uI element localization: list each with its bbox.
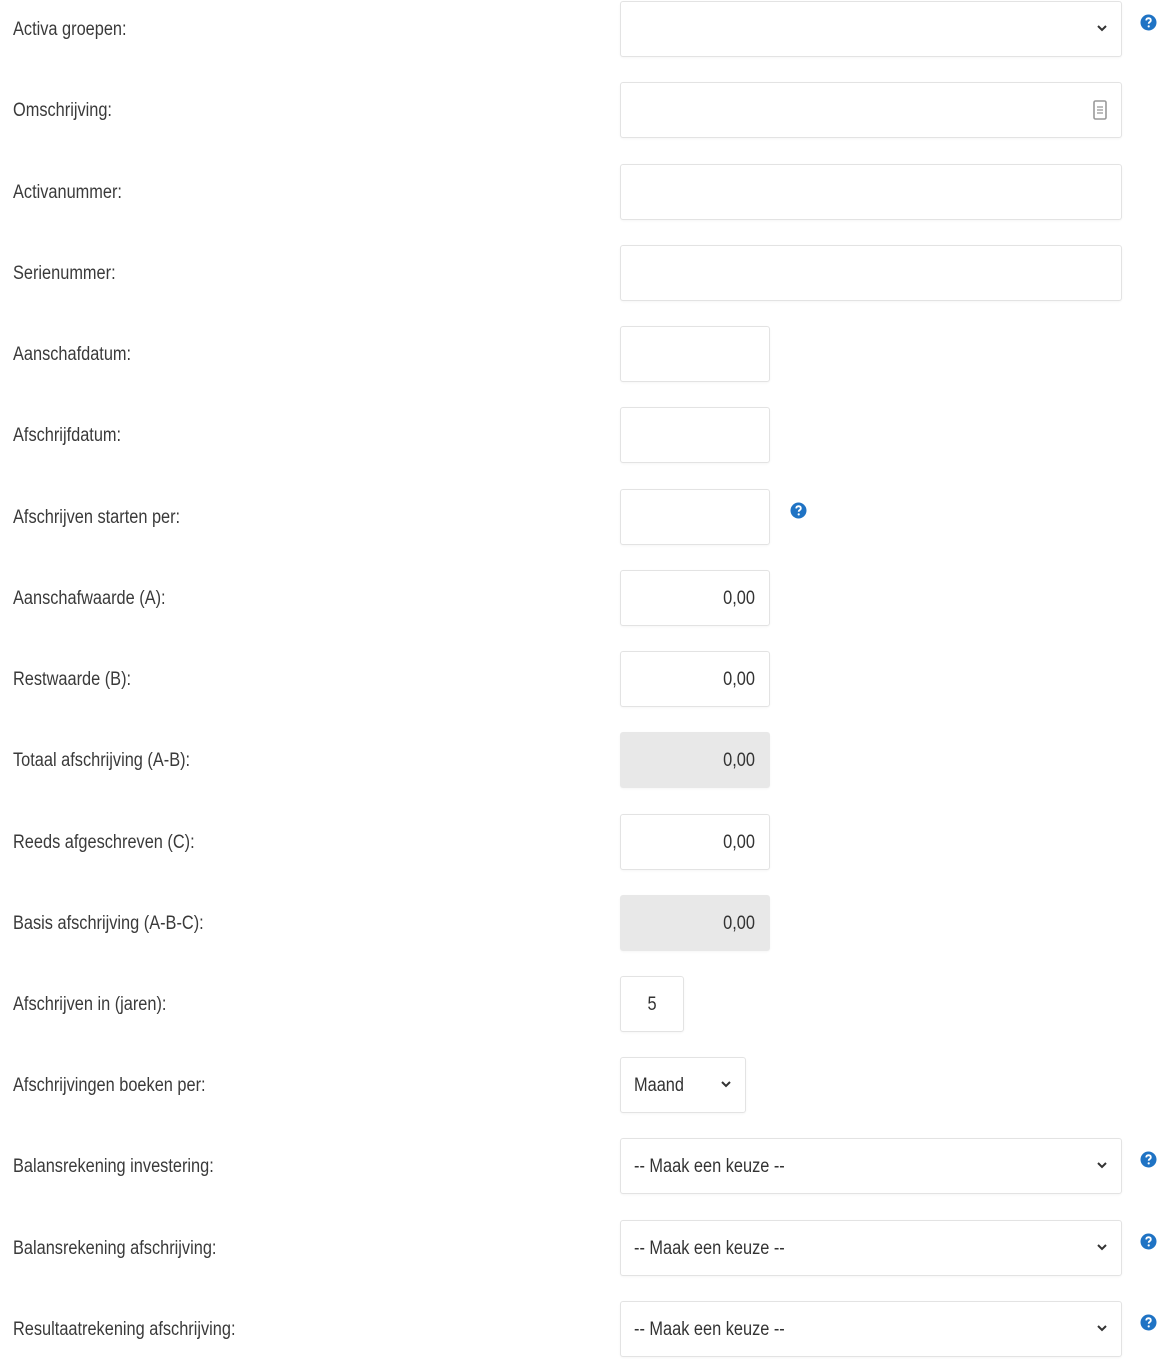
activanummer-input[interactable] [620,164,1122,220]
restwaarde-value: 0,00 [723,669,755,690]
balansrekening-investering-select[interactable]: -- Maak een keuze -- [620,1138,1122,1194]
row-afschrijfdatum: Afschrijfdatum: [0,407,1159,465]
basis-afschrijving-label: Basis afschrijving (A-B-C): [13,913,204,934]
reeds-afgeschreven-label: Reeds afgeschreven (C): [13,832,195,853]
afschrijven-starten-per-label: Afschrijven starten per: [13,507,181,528]
afschrijvingen-boeken-per-value: Maand [634,1075,684,1096]
resultaatrekening-afschrijving-label: Resultaatrekening afschrijving: [13,1319,236,1340]
row-basis-afschrijving: Basis afschrijving (A-B-C): 0,00 [0,895,1159,953]
aanschafdatum-label: Aanschafdatum: [13,344,132,365]
restwaarde-label: Restwaarde (B): [13,669,132,690]
chevron-down-icon [1095,21,1109,35]
serienummer-label: Serienummer: [13,263,116,284]
activa-groepen-select[interactable] [620,1,1122,57]
resultaatrekening-afschrijving-value: -- Maak een keuze -- [634,1319,785,1340]
aanschafwaarde-value: 0,00 [723,588,755,609]
afschrijvingen-boeken-per-select[interactable]: Maand [620,1057,746,1113]
row-balansrekening-afschrijving: Balansrekening afschrijving: -- Maak een… [0,1220,1159,1278]
row-reeds-afgeschreven: Reeds afgeschreven (C): 0,00 [0,814,1159,872]
row-aanschafdatum: Aanschafdatum: [0,326,1159,384]
row-activanummer: Activanummer: [0,164,1159,222]
chevron-down-icon [1095,1321,1109,1335]
row-afschrijven-in-jaren: Afschrijven in (jaren): 5 [0,976,1159,1034]
afschrijvingen-boeken-per-label: Afschrijvingen boeken per: [13,1075,206,1096]
row-balansrekening-investering: Balansrekening investering: -- Maak een … [0,1138,1159,1196]
aanschafwaarde-label: Aanschafwaarde (A): [13,588,166,609]
restwaarde-input[interactable]: 0,00 [620,651,770,707]
question-circle-icon[interactable] [790,502,807,519]
chevron-down-icon [1095,1158,1109,1172]
basis-afschrijving-value: 0,00 [723,913,755,934]
serienummer-input[interactable] [620,245,1122,301]
row-afschrijven-starten-per: Afschrijven starten per: [0,489,1159,547]
aanschafdatum-input[interactable] [620,326,770,382]
totaal-afschrijving-label: Totaal afschrijving (A-B): [13,750,191,771]
question-circle-icon[interactable] [1140,1233,1157,1250]
activa-groepen-label: Activa groepen: [13,19,127,40]
row-serienummer: Serienummer: [0,245,1159,303]
row-activa-groepen: Activa groepen: [0,1,1159,59]
balansrekening-afschrijving-label: Balansrekening afschrijving: [13,1238,217,1259]
totaal-afschrijving-readonly: 0,00 [620,732,770,788]
question-circle-icon[interactable] [1140,1151,1157,1168]
totaal-afschrijving-value: 0,00 [723,750,755,771]
afschrijfdatum-label: Afschrijfdatum: [13,425,122,446]
chevron-down-icon [1095,1240,1109,1254]
balansrekening-investering-label: Balansrekening investering: [13,1156,214,1177]
afschrijfdatum-input[interactable] [620,407,770,463]
chevron-down-icon [719,1077,733,1091]
row-restwaarde: Restwaarde (B): 0,00 [0,651,1159,709]
aanschafwaarde-input[interactable]: 0,00 [620,570,770,626]
afschrijven-in-jaren-input[interactable]: 5 [620,976,684,1032]
basis-afschrijving-readonly: 0,00 [620,895,770,951]
row-totaal-afschrijving: Totaal afschrijving (A-B): 0,00 [0,732,1159,790]
row-resultaatrekening-afschrijving: Resultaatrekening afschrijving: -- Maak … [0,1301,1159,1359]
row-aanschafwaarde: Aanschafwaarde (A): 0,00 [0,570,1159,628]
balansrekening-afschrijving-value: -- Maak een keuze -- [634,1238,785,1259]
afschrijven-starten-per-input[interactable] [620,489,770,545]
asset-form: Activa groepen: Omschrijving: Activanumm… [0,0,1159,1357]
balansrekening-investering-value: -- Maak een keuze -- [634,1156,785,1177]
reeds-afgeschreven-input[interactable]: 0,00 [620,814,770,870]
document-icon[interactable] [1092,99,1108,121]
afschrijven-in-jaren-label: Afschrijven in (jaren): [13,994,167,1015]
question-circle-icon[interactable] [1140,1314,1157,1331]
omschrijving-label: Omschrijving: [13,100,112,121]
resultaatrekening-afschrijving-select[interactable]: -- Maak een keuze -- [620,1301,1122,1357]
question-circle-icon[interactable] [1140,14,1157,31]
reeds-afgeschreven-value: 0,00 [723,832,755,853]
omschrijving-input[interactable] [620,82,1122,138]
row-omschrijving: Omschrijving: [0,82,1159,140]
afschrijven-in-jaren-value: 5 [647,994,657,1015]
balansrekening-afschrijving-select[interactable]: -- Maak een keuze -- [620,1220,1122,1276]
activanummer-label: Activanummer: [13,182,122,203]
row-afschrijvingen-boeken-per: Afschrijvingen boeken per: Maand [0,1057,1159,1115]
